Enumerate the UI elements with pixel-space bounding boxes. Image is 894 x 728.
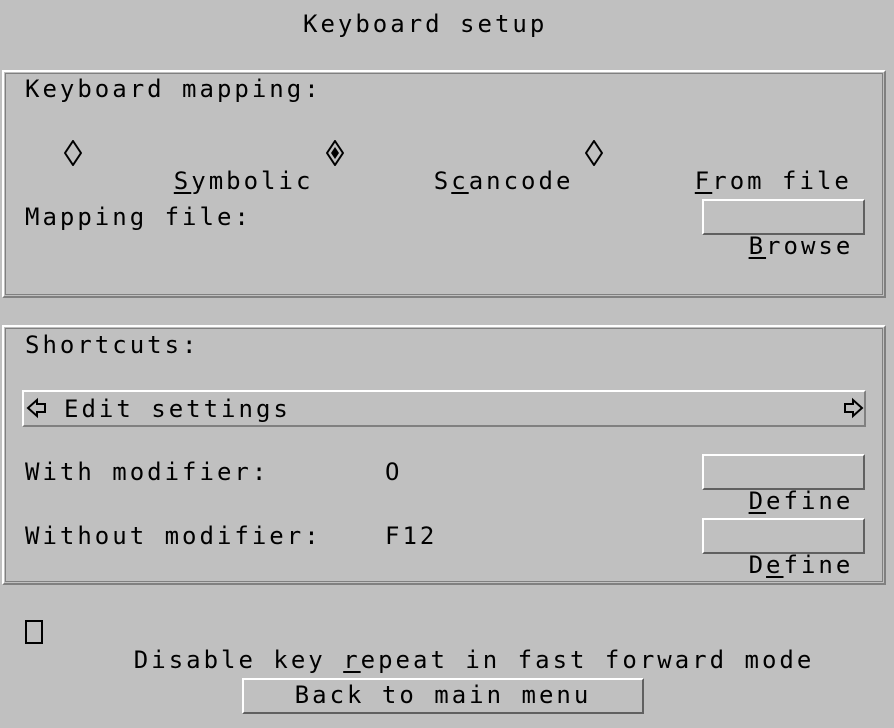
checkbox-unchecked-icon bbox=[25, 620, 43, 644]
back-to-main-menu-button[interactable]: Back to main menu bbox=[242, 678, 644, 714]
without-modifier-value: F12 bbox=[385, 522, 438, 550]
without-modifier-label: Without modifier: bbox=[25, 522, 322, 550]
arrow-right-icon[interactable] bbox=[842, 397, 864, 419]
with-modifier-label: With modifier: bbox=[25, 458, 270, 486]
shortcuts-label: Shortcuts: bbox=[25, 331, 200, 359]
with-modifier-value: O bbox=[385, 458, 403, 486]
define-with-modifier-button[interactable]: Define bbox=[702, 454, 865, 515]
browse-button[interactable]: Browse bbox=[702, 199, 865, 260]
define-without-modifier-button[interactable]: Define bbox=[702, 518, 865, 579]
radio-checked-icon bbox=[326, 140, 344, 166]
page-title: Keyboard setup bbox=[303, 10, 548, 38]
shortcut-selected-value: Edit settings bbox=[64, 395, 291, 423]
shortcut-selector[interactable]: Edit settings bbox=[22, 390, 866, 427]
radio-unchecked-icon bbox=[64, 140, 82, 166]
radio-unchecked-icon bbox=[585, 140, 603, 166]
keyboard-mapping-label: Keyboard mapping: bbox=[25, 75, 322, 103]
mapping-file-label: Mapping file: bbox=[25, 203, 252, 231]
arrow-left-icon[interactable] bbox=[26, 397, 48, 419]
